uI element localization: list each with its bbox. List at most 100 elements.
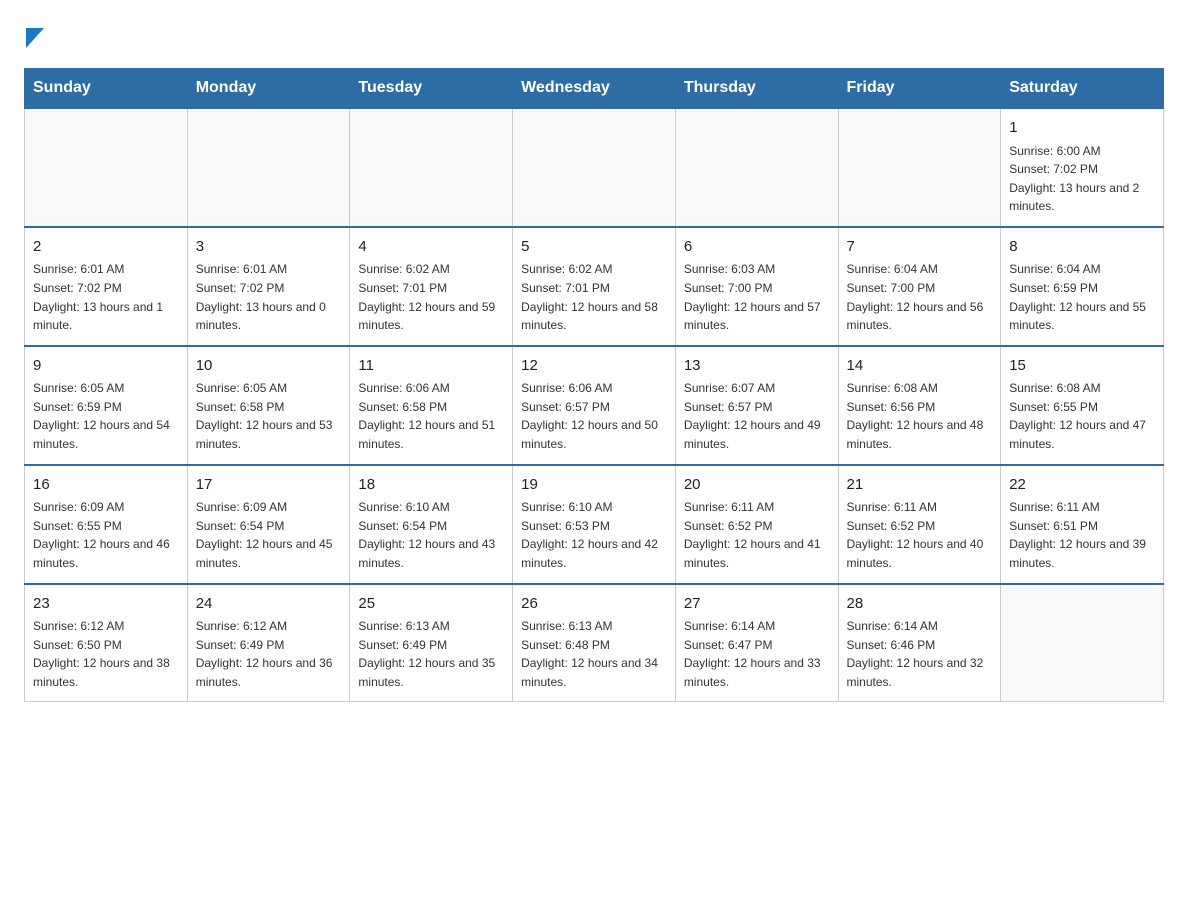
calendar-cell	[187, 108, 350, 227]
column-header-monday: Monday	[187, 69, 350, 109]
week-row-4: 16Sunrise: 6:09 AM Sunset: 6:55 PM Dayli…	[25, 465, 1164, 584]
day-info: Sunrise: 6:09 AM Sunset: 6:54 PM Dayligh…	[196, 498, 342, 572]
day-info: Sunrise: 6:02 AM Sunset: 7:01 PM Dayligh…	[521, 260, 667, 334]
day-number: 4	[358, 236, 504, 259]
day-number: 13	[684, 355, 830, 378]
week-row-3: 9Sunrise: 6:05 AM Sunset: 6:59 PM Daylig…	[25, 346, 1164, 465]
calendar-cell: 5Sunrise: 6:02 AM Sunset: 7:01 PM Daylig…	[513, 227, 676, 346]
calendar-cell: 6Sunrise: 6:03 AM Sunset: 7:00 PM Daylig…	[675, 227, 838, 346]
calendar-cell: 12Sunrise: 6:06 AM Sunset: 6:57 PM Dayli…	[513, 346, 676, 465]
column-header-tuesday: Tuesday	[350, 69, 513, 109]
calendar-cell: 19Sunrise: 6:10 AM Sunset: 6:53 PM Dayli…	[513, 465, 676, 584]
day-number: 10	[196, 355, 342, 378]
week-row-1: 1Sunrise: 6:00 AM Sunset: 7:02 PM Daylig…	[25, 108, 1164, 227]
calendar-cell: 4Sunrise: 6:02 AM Sunset: 7:01 PM Daylig…	[350, 227, 513, 346]
calendar-cell: 16Sunrise: 6:09 AM Sunset: 6:55 PM Dayli…	[25, 465, 188, 584]
calendar-cell: 23Sunrise: 6:12 AM Sunset: 6:50 PM Dayli…	[25, 584, 188, 702]
day-info: Sunrise: 6:11 AM Sunset: 6:52 PM Dayligh…	[684, 498, 830, 572]
day-number: 14	[847, 355, 993, 378]
day-number: 22	[1009, 474, 1155, 497]
calendar-cell: 26Sunrise: 6:13 AM Sunset: 6:48 PM Dayli…	[513, 584, 676, 702]
calendar-cell	[25, 108, 188, 227]
calendar-cell: 22Sunrise: 6:11 AM Sunset: 6:51 PM Dayli…	[1001, 465, 1164, 584]
calendar-cell: 18Sunrise: 6:10 AM Sunset: 6:54 PM Dayli…	[350, 465, 513, 584]
day-number: 2	[33, 236, 179, 259]
logo	[24, 24, 44, 48]
day-info: Sunrise: 6:11 AM Sunset: 6:51 PM Dayligh…	[1009, 498, 1155, 572]
calendar-cell	[350, 108, 513, 227]
calendar-cell: 10Sunrise: 6:05 AM Sunset: 6:58 PM Dayli…	[187, 346, 350, 465]
calendar-cell: 24Sunrise: 6:12 AM Sunset: 6:49 PM Dayli…	[187, 584, 350, 702]
calendar-cell	[675, 108, 838, 227]
day-info: Sunrise: 6:00 AM Sunset: 7:02 PM Dayligh…	[1009, 142, 1155, 216]
day-number: 20	[684, 474, 830, 497]
calendar-cell: 15Sunrise: 6:08 AM Sunset: 6:55 PM Dayli…	[1001, 346, 1164, 465]
day-number: 17	[196, 474, 342, 497]
day-number: 11	[358, 355, 504, 378]
day-info: Sunrise: 6:12 AM Sunset: 6:50 PM Dayligh…	[33, 617, 179, 691]
day-number: 27	[684, 593, 830, 616]
day-number: 23	[33, 593, 179, 616]
day-info: Sunrise: 6:10 AM Sunset: 6:54 PM Dayligh…	[358, 498, 504, 572]
calendar-cell: 9Sunrise: 6:05 AM Sunset: 6:59 PM Daylig…	[25, 346, 188, 465]
day-info: Sunrise: 6:02 AM Sunset: 7:01 PM Dayligh…	[358, 260, 504, 334]
day-number: 21	[847, 474, 993, 497]
day-info: Sunrise: 6:03 AM Sunset: 7:00 PM Dayligh…	[684, 260, 830, 334]
day-info: Sunrise: 6:14 AM Sunset: 6:47 PM Dayligh…	[684, 617, 830, 691]
calendar-cell: 28Sunrise: 6:14 AM Sunset: 6:46 PM Dayli…	[838, 584, 1001, 702]
calendar-cell: 25Sunrise: 6:13 AM Sunset: 6:49 PM Dayli…	[350, 584, 513, 702]
day-info: Sunrise: 6:09 AM Sunset: 6:55 PM Dayligh…	[33, 498, 179, 572]
calendar-cell	[1001, 584, 1164, 702]
calendar-header-row: SundayMondayTuesdayWednesdayThursdayFrid…	[25, 69, 1164, 109]
column-header-sunday: Sunday	[25, 69, 188, 109]
day-number: 1	[1009, 117, 1155, 140]
page-header	[24, 24, 1164, 48]
day-info: Sunrise: 6:05 AM Sunset: 6:58 PM Dayligh…	[196, 379, 342, 453]
day-number: 15	[1009, 355, 1155, 378]
calendar-cell: 8Sunrise: 6:04 AM Sunset: 6:59 PM Daylig…	[1001, 227, 1164, 346]
calendar-table: SundayMondayTuesdayWednesdayThursdayFrid…	[24, 68, 1164, 702]
day-number: 28	[847, 593, 993, 616]
calendar-cell: 13Sunrise: 6:07 AM Sunset: 6:57 PM Dayli…	[675, 346, 838, 465]
day-info: Sunrise: 6:14 AM Sunset: 6:46 PM Dayligh…	[847, 617, 993, 691]
calendar-cell: 20Sunrise: 6:11 AM Sunset: 6:52 PM Dayli…	[675, 465, 838, 584]
calendar-cell: 17Sunrise: 6:09 AM Sunset: 6:54 PM Dayli…	[187, 465, 350, 584]
calendar-cell	[513, 108, 676, 227]
day-number: 6	[684, 236, 830, 259]
calendar-cell: 1Sunrise: 6:00 AM Sunset: 7:02 PM Daylig…	[1001, 108, 1164, 227]
day-number: 9	[33, 355, 179, 378]
day-number: 24	[196, 593, 342, 616]
calendar-cell: 14Sunrise: 6:08 AM Sunset: 6:56 PM Dayli…	[838, 346, 1001, 465]
day-number: 3	[196, 236, 342, 259]
day-number: 18	[358, 474, 504, 497]
day-info: Sunrise: 6:06 AM Sunset: 6:57 PM Dayligh…	[521, 379, 667, 453]
column-header-thursday: Thursday	[675, 69, 838, 109]
calendar-cell: 27Sunrise: 6:14 AM Sunset: 6:47 PM Dayli…	[675, 584, 838, 702]
day-info: Sunrise: 6:07 AM Sunset: 6:57 PM Dayligh…	[684, 379, 830, 453]
week-row-2: 2Sunrise: 6:01 AM Sunset: 7:02 PM Daylig…	[25, 227, 1164, 346]
day-info: Sunrise: 6:01 AM Sunset: 7:02 PM Dayligh…	[33, 260, 179, 334]
day-number: 26	[521, 593, 667, 616]
day-info: Sunrise: 6:08 AM Sunset: 6:55 PM Dayligh…	[1009, 379, 1155, 453]
calendar-cell: 2Sunrise: 6:01 AM Sunset: 7:02 PM Daylig…	[25, 227, 188, 346]
day-info: Sunrise: 6:05 AM Sunset: 6:59 PM Dayligh…	[33, 379, 179, 453]
logo-triangle-icon	[26, 28, 44, 48]
day-number: 16	[33, 474, 179, 497]
column-header-wednesday: Wednesday	[513, 69, 676, 109]
day-number: 12	[521, 355, 667, 378]
week-row-5: 23Sunrise: 6:12 AM Sunset: 6:50 PM Dayli…	[25, 584, 1164, 702]
column-header-friday: Friday	[838, 69, 1001, 109]
calendar-cell: 3Sunrise: 6:01 AM Sunset: 7:02 PM Daylig…	[187, 227, 350, 346]
day-info: Sunrise: 6:13 AM Sunset: 6:49 PM Dayligh…	[358, 617, 504, 691]
calendar-cell: 21Sunrise: 6:11 AM Sunset: 6:52 PM Dayli…	[838, 465, 1001, 584]
day-info: Sunrise: 6:08 AM Sunset: 6:56 PM Dayligh…	[847, 379, 993, 453]
calendar-cell: 7Sunrise: 6:04 AM Sunset: 7:00 PM Daylig…	[838, 227, 1001, 346]
day-number: 8	[1009, 236, 1155, 259]
day-info: Sunrise: 6:04 AM Sunset: 7:00 PM Dayligh…	[847, 260, 993, 334]
day-info: Sunrise: 6:06 AM Sunset: 6:58 PM Dayligh…	[358, 379, 504, 453]
day-info: Sunrise: 6:04 AM Sunset: 6:59 PM Dayligh…	[1009, 260, 1155, 334]
day-info: Sunrise: 6:01 AM Sunset: 7:02 PM Dayligh…	[196, 260, 342, 334]
day-info: Sunrise: 6:11 AM Sunset: 6:52 PM Dayligh…	[847, 498, 993, 572]
calendar-cell	[838, 108, 1001, 227]
day-number: 25	[358, 593, 504, 616]
